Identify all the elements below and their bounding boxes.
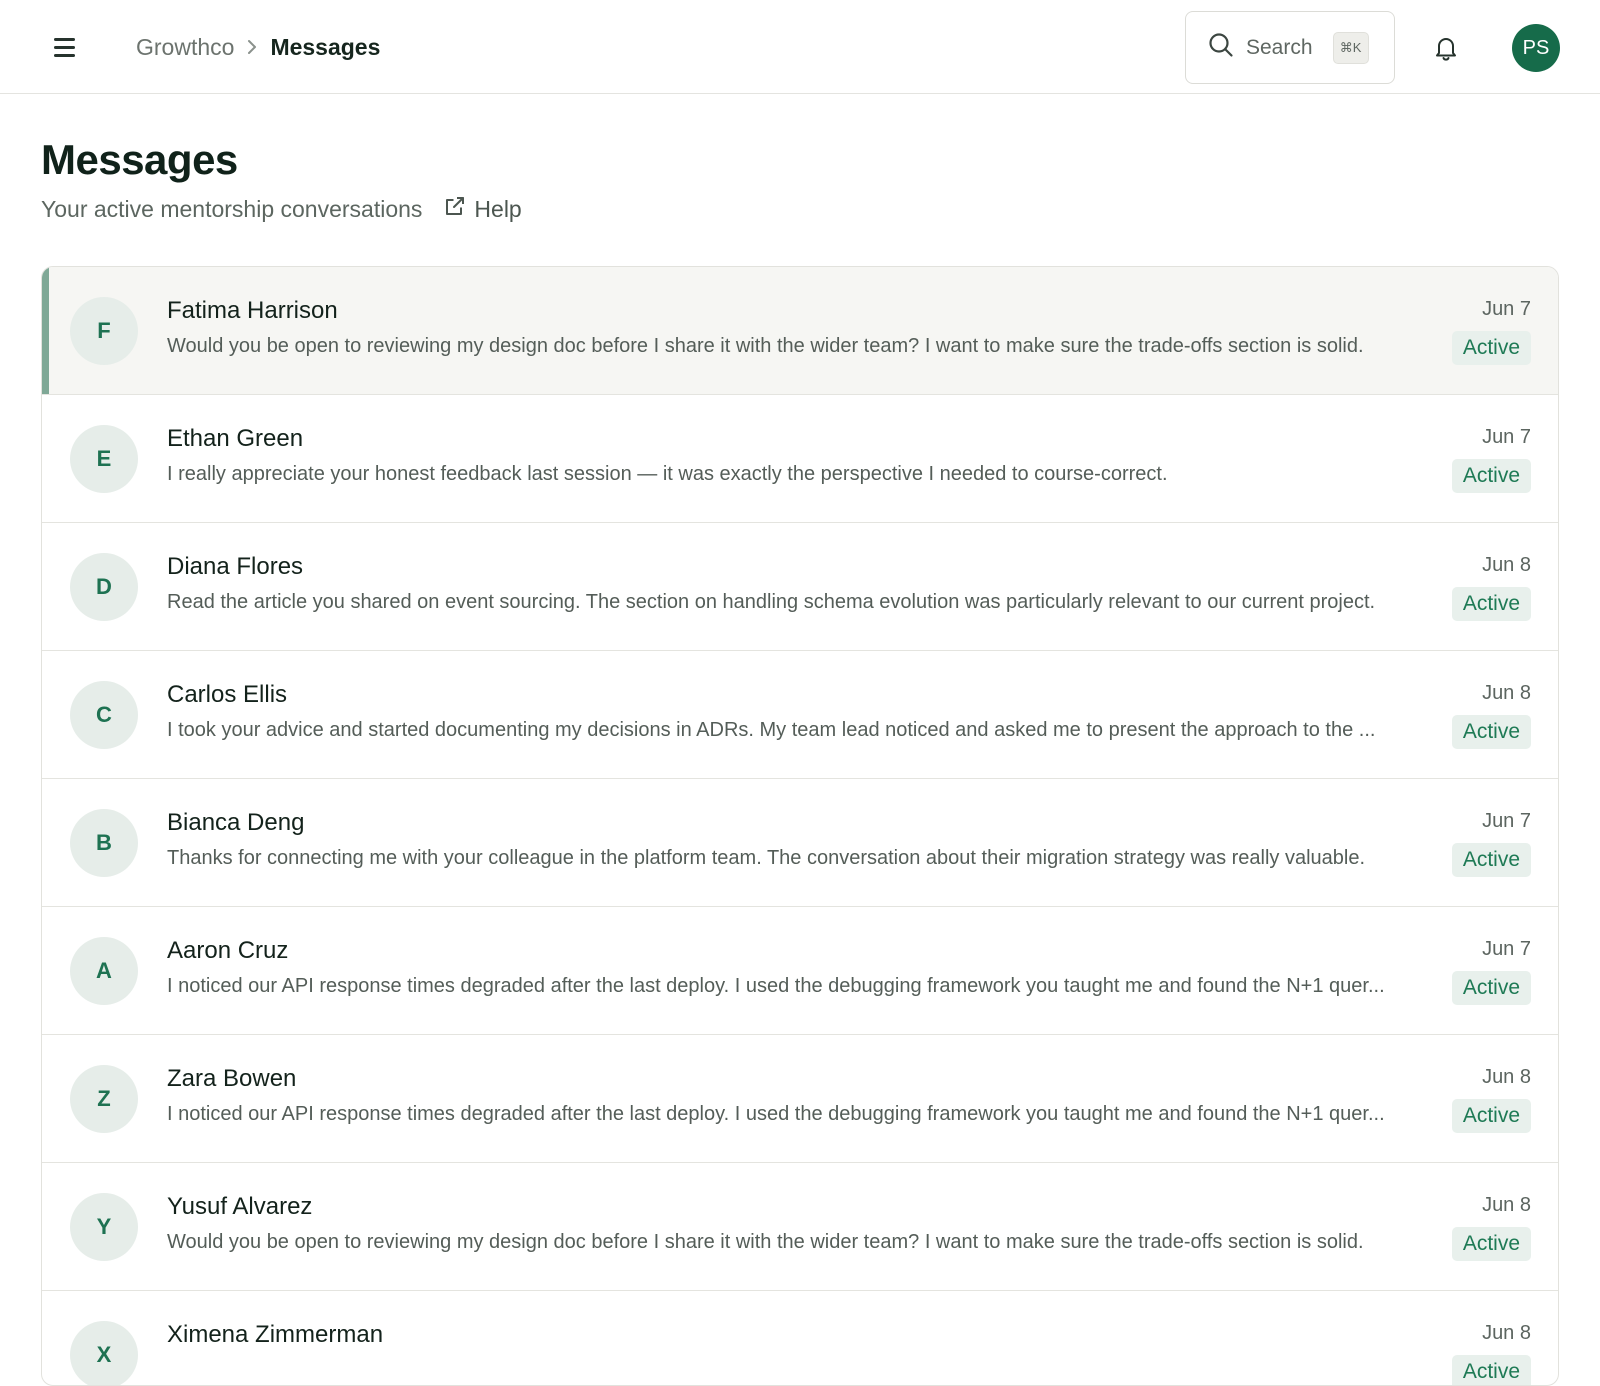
contact-name: Yusuf Alvarez xyxy=(167,1193,313,1220)
contact-name: Bianca Deng xyxy=(167,809,305,836)
conversation-item[interactable]: Y Yusuf Alvarez Would you be open to rev… xyxy=(42,1163,1558,1291)
contact-avatar: B xyxy=(70,809,138,877)
contact-avatar: Z xyxy=(70,1065,138,1133)
contact-avatar: E xyxy=(70,425,138,493)
contact-name: Fatima Harrison xyxy=(167,297,338,324)
contact-avatar: D xyxy=(70,553,138,621)
breadcrumb-root-link[interactable]: Growthco xyxy=(136,34,234,61)
conversation-item[interactable]: A Aaron Cruz I noticed our API response … xyxy=(42,907,1558,1035)
status-badge: Active xyxy=(1451,1227,1531,1261)
message-date: Jun 8 xyxy=(1482,682,1531,704)
message-preview: Read the article you shared on event sou… xyxy=(167,591,1376,613)
status-badge: Active xyxy=(1451,587,1531,621)
chevron-right-icon xyxy=(246,39,258,55)
conversation-item[interactable]: E Ethan Green I really appreciate your h… xyxy=(42,395,1558,523)
message-date: Jun 8 xyxy=(1482,1194,1531,1216)
conversation-item[interactable]: C Carlos Ellis I took your advice and st… xyxy=(42,651,1558,779)
help-link-label: Help xyxy=(474,195,522,222)
status-badge: Active xyxy=(1451,843,1531,877)
message-preview: I noticed our API response times degrade… xyxy=(167,1103,1385,1125)
status-badge: Active xyxy=(1451,331,1531,365)
page-subtitle: Your active mentorship conversations xyxy=(41,195,423,222)
help-link[interactable]: Help xyxy=(444,195,522,223)
conversation-item[interactable]: B Bianca Deng Thanks for connecting me w… xyxy=(42,779,1558,907)
page-title: Messages xyxy=(41,136,238,183)
conversation-list: F Fatima Harrison Would you be open to r… xyxy=(41,266,1559,1386)
user-avatar[interactable]: PS xyxy=(1512,24,1560,72)
contact-avatar: Y xyxy=(70,1193,138,1261)
breadcrumb: Growthco Messages xyxy=(136,30,380,64)
conversation-item[interactable]: X Ximena Zimmerman Jun 8 Active xyxy=(42,1291,1558,1385)
contact-name: Carlos Ellis xyxy=(167,681,288,708)
search-icon xyxy=(1208,32,1234,63)
message-preview: Would you be open to reviewing my design… xyxy=(167,1231,1364,1253)
contact-avatar: C xyxy=(70,681,138,749)
contact-name: Aaron Cruz xyxy=(167,937,289,964)
message-date: Jun 8 xyxy=(1482,554,1531,576)
breadcrumb-current: Messages xyxy=(270,33,381,60)
search-label: Search xyxy=(1246,35,1313,59)
page-subtitle-row: Your active mentorship conversations Hel… xyxy=(41,192,522,226)
contact-name: Ximena Zimmerman xyxy=(167,1321,384,1348)
status-badge: Active xyxy=(1451,1099,1531,1133)
contact-avatar: F xyxy=(70,297,138,365)
status-badge: Active xyxy=(1451,971,1531,1005)
message-date: Jun 7 xyxy=(1482,938,1531,960)
message-preview: Would you be open to reviewing my design… xyxy=(167,335,1364,357)
contact-name: Diana Flores xyxy=(167,553,304,580)
search-shortcut-badge: ⌘K xyxy=(1332,31,1369,64)
message-date: Jun 7 xyxy=(1482,426,1531,448)
contact-avatar: X xyxy=(70,1321,138,1385)
search-button[interactable]: Search ⌘K xyxy=(1185,11,1395,84)
menu-icon[interactable] xyxy=(48,34,80,62)
external-link-icon xyxy=(444,195,474,223)
message-date: Jun 8 xyxy=(1482,1322,1531,1344)
message-preview: Thanks for connecting me with your colle… xyxy=(167,847,1366,869)
message-preview: I took your advice and started documenti… xyxy=(167,719,1376,741)
top-bar: Growthco Messages Search ⌘K PS xyxy=(0,0,1600,94)
conversation-item[interactable]: F Fatima Harrison Would you be open to r… xyxy=(42,267,1558,395)
contact-name: Zara Bowen xyxy=(167,1065,297,1092)
message-preview: I really appreciate your honest feedback… xyxy=(167,463,1168,485)
conversation-item[interactable]: D Diana Flores Read the article you shar… xyxy=(42,523,1558,651)
message-preview: I noticed our API response times degrade… xyxy=(167,975,1385,997)
message-date: Jun 7 xyxy=(1482,298,1531,320)
message-date: Jun 7 xyxy=(1482,810,1531,832)
conversation-item[interactable]: Z Zara Bowen I noticed our API response … xyxy=(42,1035,1558,1163)
contact-name: Ethan Green xyxy=(167,425,304,452)
contact-avatar: A xyxy=(70,937,138,1005)
message-date: Jun 8 xyxy=(1482,1066,1531,1088)
status-badge: Active xyxy=(1451,715,1531,749)
status-badge: Active xyxy=(1451,1355,1531,1385)
bell-icon[interactable] xyxy=(1432,34,1460,62)
status-badge: Active xyxy=(1451,459,1531,493)
